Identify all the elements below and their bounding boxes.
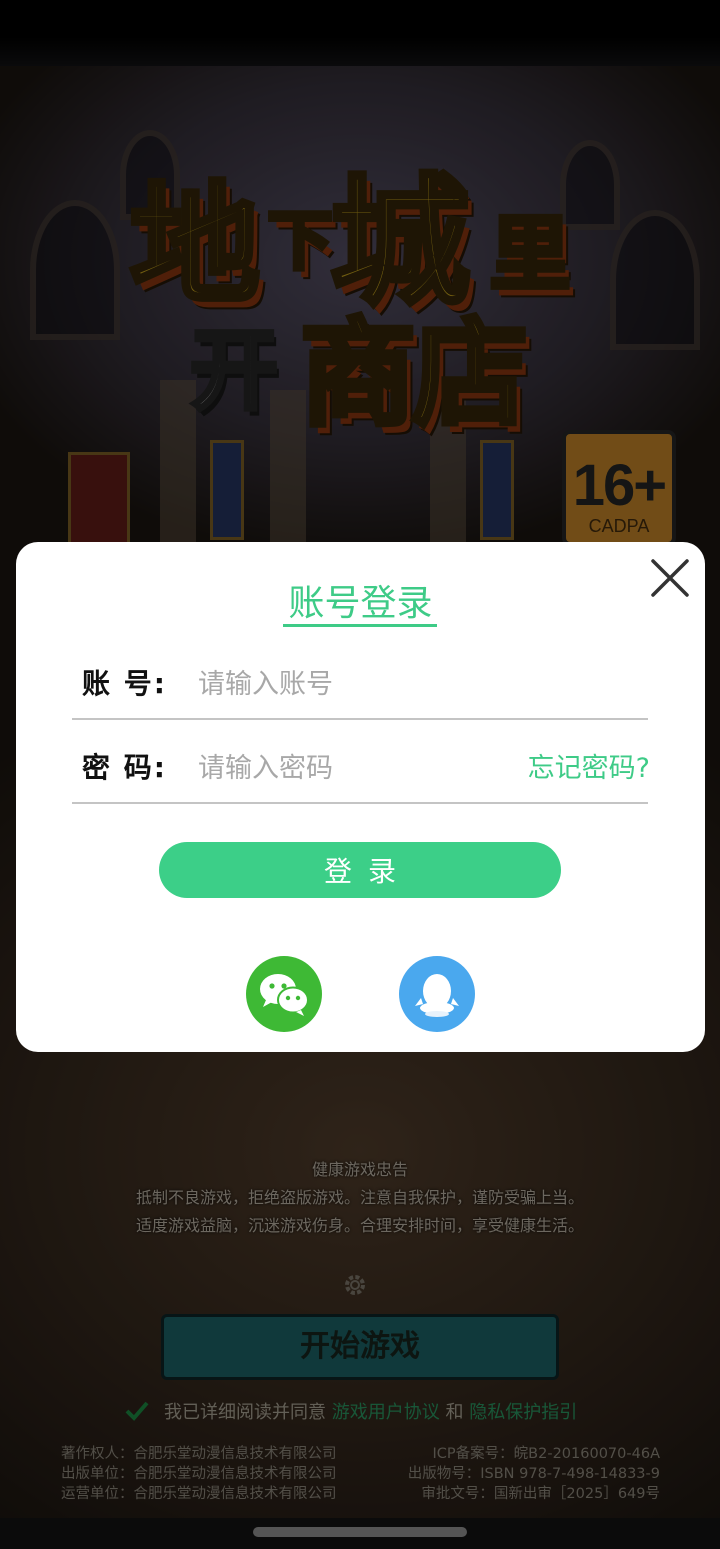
login-title-underline [283, 624, 437, 627]
password-label: 密 码: [82, 751, 167, 784]
qq-penguin-icon [415, 974, 459, 1017]
password-underline [72, 802, 648, 804]
wechat-login-button[interactable] [246, 956, 322, 1032]
password-input[interactable] [198, 744, 458, 792]
account-label: 账 号: [82, 667, 167, 700]
home-indicator[interactable] [253, 1527, 467, 1537]
forgot-password-link[interactable]: 忘记密码? [528, 746, 650, 785]
wechat-icon [260, 974, 309, 1016]
account-input[interactable] [198, 660, 498, 708]
password-field-row: 密 码: 忘记密码? [72, 738, 650, 804]
account-underline [72, 718, 648, 720]
close-icon[interactable] [648, 556, 692, 600]
login-dialog: 账号登录 账 号: 密 码: 忘记密码? 登录 [16, 542, 705, 1052]
account-field-row: 账 号: [72, 654, 648, 720]
login-title: 账号登录 [288, 583, 433, 624]
login-button[interactable]: 登录 [159, 842, 561, 898]
qq-login-button[interactable] [399, 956, 475, 1032]
